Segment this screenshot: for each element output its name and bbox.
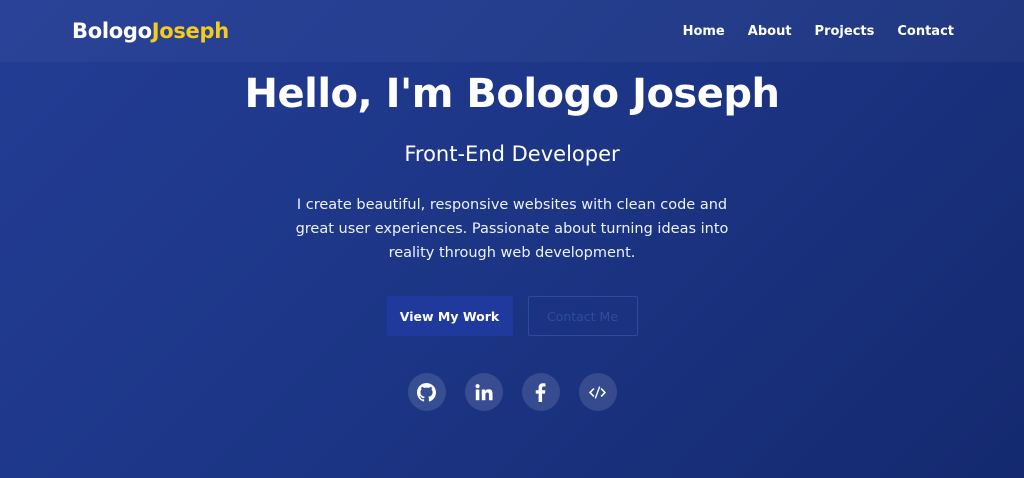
logo-last-name: Joseph xyxy=(151,19,229,43)
nav-link-contact[interactable]: Contact xyxy=(897,24,954,39)
code-link[interactable] xyxy=(578,373,617,411)
hero-section: Hello, I'm Bologo Joseph Front-End Devel… xyxy=(0,62,1024,411)
facebook-link[interactable] xyxy=(521,373,560,411)
hero-description: I create beautiful, responsive websites … xyxy=(295,197,729,261)
navbar: BologoJoseph Home About Projects Contact xyxy=(0,0,1024,62)
view-work-button[interactable]: View My Work xyxy=(386,296,513,336)
logo-first-name: Bologo xyxy=(72,19,152,43)
linkedin-icon xyxy=(475,383,493,400)
hero-title: Hello, I'm Bologo Joseph xyxy=(244,71,780,117)
code-icon xyxy=(588,385,607,399)
site-logo[interactable]: BologoJoseph xyxy=(72,19,229,43)
nav-link-projects[interactable]: Projects xyxy=(815,24,875,39)
hero-subtitle: Front-End Developer xyxy=(404,142,620,166)
facebook-icon xyxy=(535,382,546,402)
hero-buttons: View My Work Contact Me xyxy=(386,296,638,336)
github-icon xyxy=(417,382,436,402)
social-links xyxy=(407,373,617,411)
nav-link-home[interactable]: Home xyxy=(683,24,725,39)
contact-me-button[interactable]: Contact Me xyxy=(527,296,638,336)
linkedin-link[interactable] xyxy=(464,373,503,411)
github-link[interactable] xyxy=(407,373,446,411)
nav-link-about[interactable]: About xyxy=(748,24,792,39)
nav-links: Home About Projects Contact xyxy=(683,24,954,39)
